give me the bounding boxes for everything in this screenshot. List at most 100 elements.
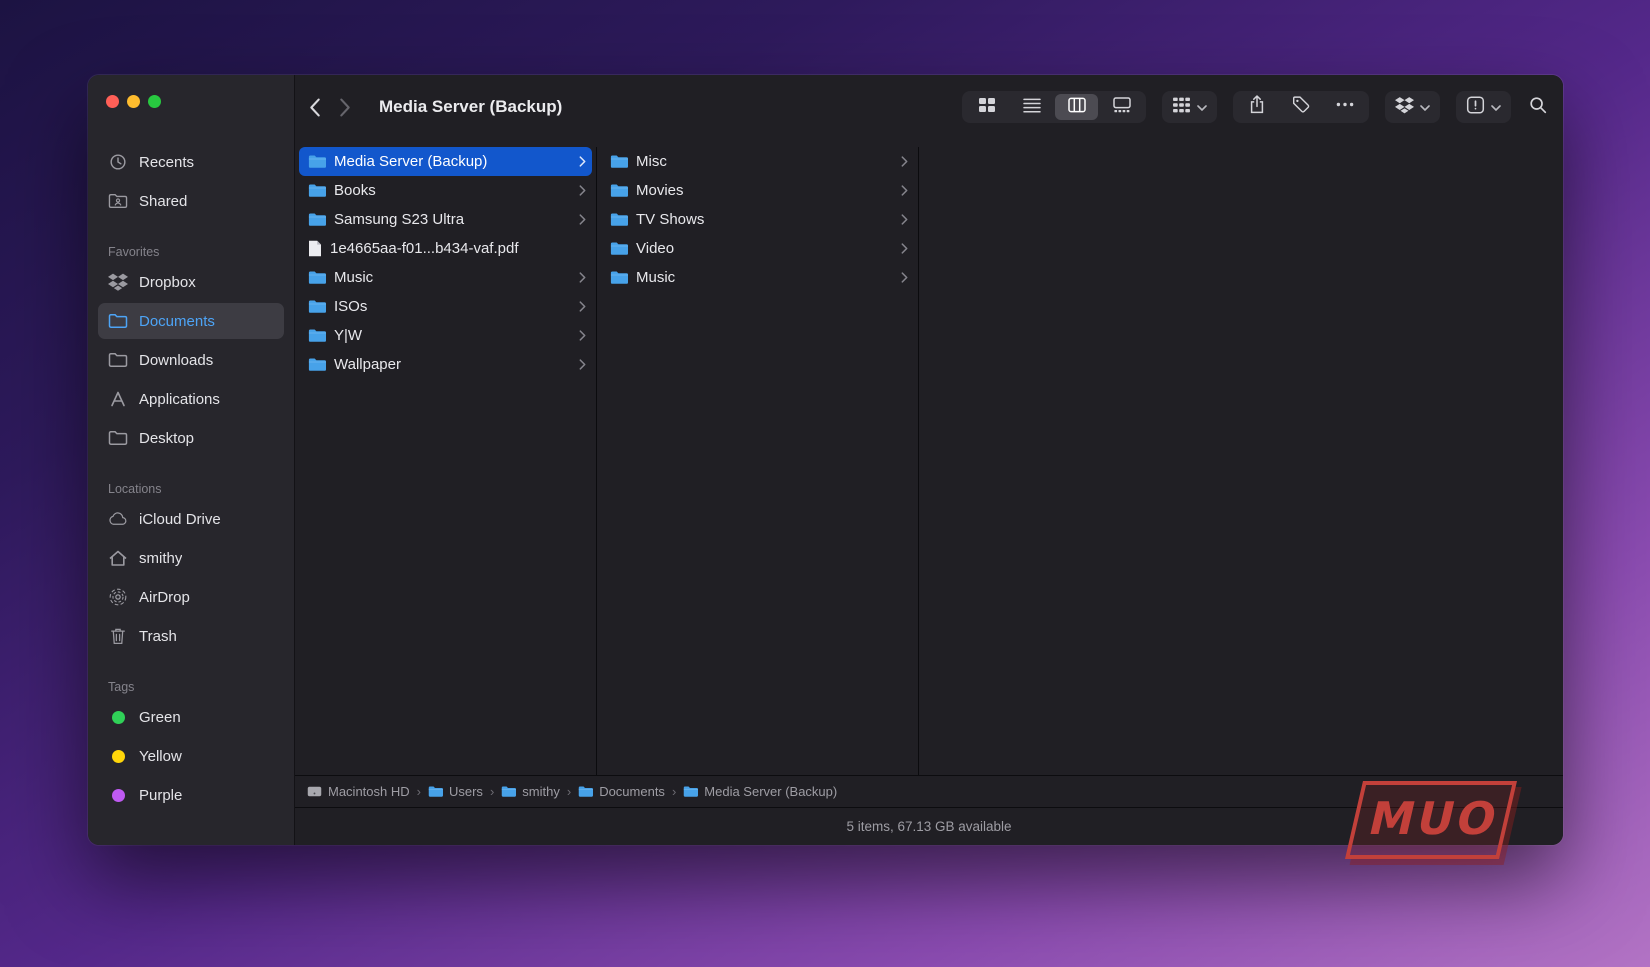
file-name: ISOs [334,298,571,315]
file-name: Music [334,269,571,286]
column-view-button[interactable] [1055,94,1098,120]
zoom-window-button[interactable] [148,95,161,108]
list-view-button[interactable] [1010,94,1053,120]
file-row-samsung-s23-ultra[interactable]: Samsung S23 Ultra [299,205,592,234]
chevron-right-icon [579,330,586,341]
chevron-right-icon [579,301,586,312]
sidebar-sections: Favorites DropboxDocuments Downloads Applic… [98,243,284,813]
file-name: Video [636,240,893,257]
app-badge-menu-button[interactable] [1456,91,1511,123]
sidebar-item-dropbox[interactable]: Dropbox [98,264,284,300]
folder-icon [501,785,516,798]
folder-icon [683,785,698,798]
list-view-icon [1023,97,1041,118]
icon-view-button[interactable] [965,94,1008,120]
sidebar-item-green[interactable]: Green [98,699,284,735]
file-row-video[interactable]: Video [601,234,914,263]
sidebar-item-label: iCloud Drive [139,511,221,528]
search-button[interactable] [1529,96,1547,119]
sidebar-item-label: Trash [139,628,177,645]
path-segment-macintosh-hd[interactable]: Macintosh HD [307,784,410,799]
chevron-right-icon [901,214,908,225]
chevron-right-icon [901,156,908,167]
file-row-misc[interactable]: Misc [601,147,914,176]
folder-icon [308,299,326,314]
clock-icon [107,153,129,171]
file-row-isos[interactable]: ISOs [299,292,592,321]
gallery-view-button[interactable] [1100,94,1143,120]
file-name: Books [334,182,571,199]
finder-column-2: Misc Movies TV Shows Video Music [597,147,919,775]
applications-icon [107,390,129,408]
file-row-1e4665aa-f01-b434-vaf-pdf[interactable]: 1e4665aa-f01...b434-vaf.pdf [299,234,592,263]
path-segment-users[interactable]: Users [428,784,483,799]
status-text: 5 items, 67.13 GB available [846,819,1011,834]
tags-button[interactable] [1279,94,1323,120]
sidebar-item-documents[interactable]: Documents [98,303,284,339]
sidebar-item-trash[interactable]: Trash [98,618,284,654]
file-name: TV Shows [636,211,893,228]
sidebar-item-label: Purple [139,787,182,804]
finder-window: RecentsShared FavoritesDropboxDocumentsD… [88,75,1563,845]
file-name: Media Server (Backup) [334,153,571,170]
window-title: Media Server (Backup) [379,97,562,117]
sidebar-item-yellow[interactable]: Yellow [98,738,284,774]
tag-circle-icon [107,750,129,763]
file-row-music[interactable]: Music [601,263,914,292]
file-row-y-w[interactable]: Y|W [299,321,592,350]
group-button[interactable] [1162,91,1217,123]
sidebar-item-label: Green [139,709,181,726]
folder-icon [610,212,628,227]
document-icon [308,240,322,257]
path-segment-media-server-backup[interactable]: Media Server (Backup) [683,784,837,799]
sidebar-item-smithy[interactable]: smithy [98,540,284,576]
minimize-window-button[interactable] [127,95,140,108]
sidebar-item-applications[interactable]: Applications [98,381,284,417]
folder-outline-icon [107,429,129,447]
shared-folder-icon [107,192,129,210]
path-segment-smithy[interactable]: smithy [501,784,560,799]
sidebar-item-downloads[interactable]: Downloads [98,342,284,378]
more-options-button[interactable] [1323,94,1367,120]
path-segment-label: smithy [522,784,560,799]
forward-button[interactable] [339,98,351,117]
file-row-movies[interactable]: Movies [601,176,914,205]
folder-icon [610,270,628,285]
sidebar-item-label: AirDrop [139,589,190,606]
sidebar-section-header-tags: Tags [108,678,274,696]
chevron-down-icon [1491,98,1501,116]
dropbox-icon [1395,96,1414,119]
chevron-right-icon [901,243,908,254]
sidebar-item-airdrop[interactable]: AirDrop [98,579,284,615]
sidebar-item-purple[interactable]: Purple [98,777,284,813]
close-window-button[interactable] [106,95,119,108]
column-browser: Media Server (Backup) Books Samsung S23 Ul… [295,139,1563,775]
dropbox-icon [107,273,129,291]
chevron-right-icon [579,156,586,167]
back-button[interactable] [309,98,321,117]
share-icon [1248,95,1266,119]
file-row-books[interactable]: Books [299,176,592,205]
disk-icon [307,785,322,798]
sidebar-item-shared[interactable]: Shared [98,183,284,219]
share-button[interactable] [1235,94,1279,120]
chevron-down-icon [1420,98,1430,116]
cloud-icon [107,510,129,528]
file-row-music[interactable]: Music [299,263,592,292]
file-name: Movies [636,182,893,199]
sidebar-item-icloud-drive[interactable]: iCloud Drive [98,501,284,537]
path-segment-documents[interactable]: Documents [578,784,665,799]
file-row-wallpaper[interactable]: Wallpaper [299,350,592,379]
dropbox-menu-button[interactable] [1385,91,1440,123]
desktop-background: { "toolbar": { "title": "Media Server (B… [0,0,1650,967]
view-mode-switcher [962,91,1146,123]
sidebar-item-desktop[interactable]: Desktop [98,420,284,456]
chevron-right-icon [579,272,586,283]
file-row-tv-shows[interactable]: TV Shows [601,205,914,234]
toolbar: Media Server (Backup) [295,75,1563,139]
sidebar-item-recents[interactable]: Recents [98,144,284,180]
path-segment-label: Users [449,784,483,799]
sidebar-section-header-favorites: Favorites [108,243,274,261]
file-row-media-server-backup[interactable]: Media Server (Backup) [299,147,592,176]
sidebar-item-label: Downloads [139,352,213,369]
